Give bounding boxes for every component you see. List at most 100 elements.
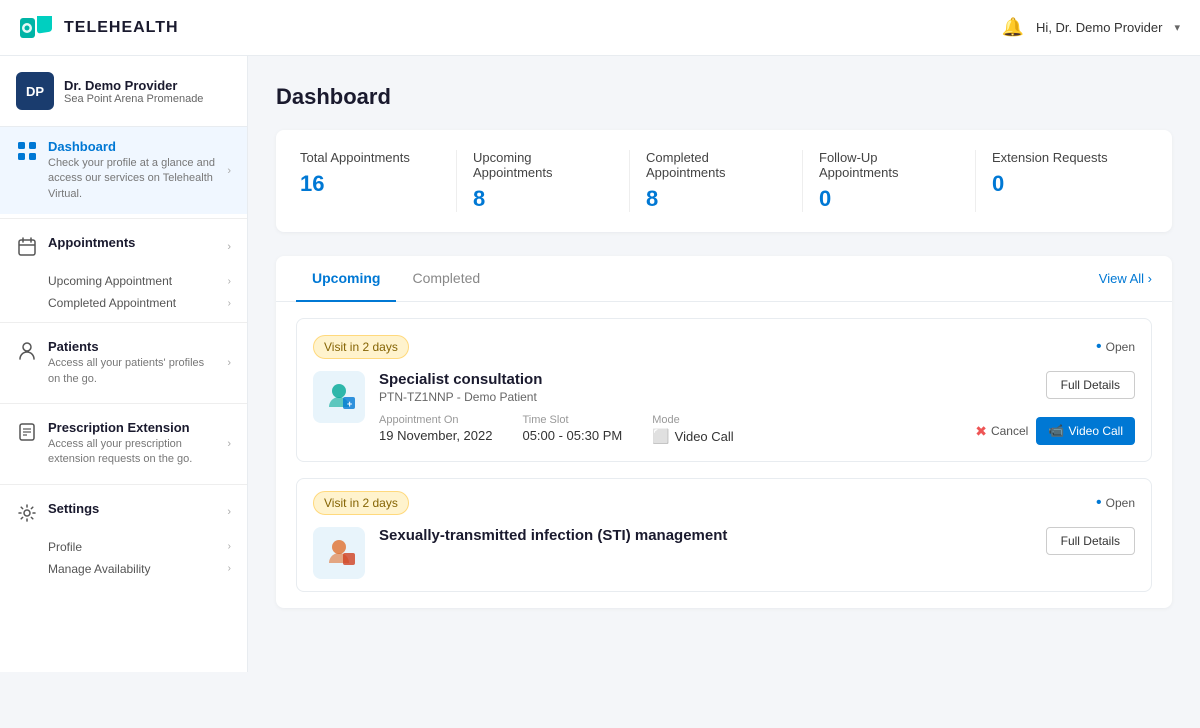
user-menu-chevron[interactable]: ▾ — [1174, 21, 1180, 34]
settings-icon — [16, 502, 38, 524]
logo: TELEHEALTH — [20, 16, 179, 40]
stat-completed-appointments: Completed Appointments 8 — [630, 150, 803, 212]
action-btns-1: ✖ Cancel 📹 Video Call — [975, 417, 1135, 445]
full-details-button-1[interactable]: Full Details — [1046, 371, 1135, 399]
dashboard-nav-content: Dashboard Check your profile at a glance… — [48, 139, 217, 202]
patients-chevron: › — [227, 357, 231, 369]
logo-text: TELEHEALTH — [64, 19, 179, 37]
bell-icon[interactable]: 🔔 — [1002, 17, 1024, 38]
appointments-chevron: › — [227, 241, 231, 253]
appt-top-1: Visit in 2 days • Open — [313, 335, 1135, 359]
full-details-button-2[interactable]: Full Details — [1046, 527, 1135, 555]
stat-total-appointments: Total Appointments 16 — [300, 150, 457, 212]
settings-subitems: Profile › Manage Availability › — [0, 536, 247, 584]
upcoming-appt-chevron: › — [228, 276, 231, 287]
cancel-icon-1: ✖ — [975, 423, 987, 440]
sidebar-subitem-manage-availability[interactable]: Manage Availability › — [48, 558, 231, 580]
visit-badge-2: Visit in 2 days — [313, 491, 409, 515]
manage-avail-chevron: › — [228, 563, 231, 574]
appt-info-2: Sexually-transmitted infection (STI) man… — [379, 527, 1032, 546]
patients-nav-content: Patients Access all your patients' profi… — [48, 339, 217, 387]
appointment-card-1: Visit in 2 days • Open + — [296, 318, 1152, 462]
appointments-nav-content: Appointments — [48, 235, 217, 250]
layout: DP Dr. Demo Provider Sea Point Arena Pro… — [0, 56, 1200, 672]
appt-date-label: Appointment On — [379, 414, 492, 426]
appt-info-1: Specialist consultation PTN-TZ1NNP - Dem… — [379, 371, 961, 445]
sidebar-subitem-completed-appointment[interactable]: Completed Appointment › — [48, 292, 231, 314]
sidebar-subitem-upcoming-appointment[interactable]: Upcoming Appointment › — [48, 270, 231, 292]
tabs-section: Upcoming Completed View All › Visit in 2… — [276, 256, 1172, 608]
svg-text:+: + — [347, 399, 352, 409]
sidebar-subitem-profile[interactable]: Profile › — [48, 536, 231, 558]
appt-date-value: 19 November, 2022 — [379, 428, 492, 443]
sidebar-item-dashboard-label: Dashboard — [48, 139, 217, 154]
video-call-label-1: Video Call — [1069, 424, 1123, 438]
profile-info: Dr. Demo Provider Sea Point Arena Promen… — [64, 78, 203, 105]
sidebar-item-patients[interactable]: Patients Access all your patients' profi… — [0, 327, 247, 399]
appt-time-label: Time Slot — [522, 414, 622, 426]
appt-title-2: Sexually-transmitted infection (STI) man… — [379, 527, 1032, 544]
stat-followup-appointments: Follow-Up Appointments 0 — [803, 150, 976, 212]
sidebar-item-dashboard[interactable]: Dashboard Check your profile at a glance… — [0, 127, 247, 214]
sidebar-item-prescription[interactable]: Prescription Extension Access all your p… — [0, 408, 247, 480]
header-right: 🔔 Hi, Dr. Demo Provider ▾ — [1002, 17, 1180, 38]
view-all-link[interactable]: View All › — [1099, 271, 1152, 286]
open-status-2: • Open — [1096, 495, 1135, 511]
appt-date-group: Appointment On 19 November, 2022 — [379, 414, 492, 445]
stat-extension-requests: Extension Requests 0 — [976, 150, 1148, 212]
divider-3 — [0, 403, 247, 404]
dashboard-chevron: › — [227, 165, 231, 177]
open-dot-1: • — [1096, 339, 1102, 355]
stat-upcoming-label: Upcoming Appointments — [473, 150, 613, 180]
appt-title-1: Specialist consultation — [379, 371, 961, 388]
header: TELEHEALTH 🔔 Hi, Dr. Demo Provider ▾ — [0, 0, 1200, 56]
appt-mode-label: Mode — [652, 414, 733, 426]
sidebar: DP Dr. Demo Provider Sea Point Arena Pro… — [0, 56, 248, 672]
header-user-greeting: Hi, Dr. Demo Provider — [1036, 20, 1162, 35]
tab-completed[interactable]: Completed — [396, 256, 496, 302]
prescription-nav-content: Prescription Extension Access all your p… — [48, 420, 217, 468]
appt-patient-1: PTN-TZ1NNP - Demo Patient — [379, 390, 961, 404]
settings-nav-content: Settings — [48, 501, 217, 516]
appt-actions-2: Full Details — [1046, 527, 1135, 555]
appt-time-value: 05:00 - 05:30 PM — [522, 428, 622, 443]
cancel-label-1: Cancel — [991, 424, 1028, 438]
stat-followup-value: 0 — [819, 186, 959, 212]
stat-upcoming-value: 8 — [473, 186, 613, 212]
main-content: Dashboard Total Appointments 16 Upcoming… — [248, 56, 1200, 672]
appt-icon-2 — [313, 527, 365, 579]
tab-upcoming[interactable]: Upcoming — [296, 256, 396, 302]
stat-completed-label: Completed Appointments — [646, 150, 786, 180]
tabs-nav: Upcoming Completed — [296, 256, 496, 301]
appt-icon-1: + — [313, 371, 365, 423]
video-call-button-1[interactable]: 📹 Video Call — [1036, 417, 1135, 445]
appt-body-1: + Specialist consultation PTN-TZ1NNP - D… — [313, 371, 1135, 445]
divider-1 — [0, 218, 247, 219]
sidebar-item-appointments-label: Appointments — [48, 235, 217, 250]
video-call-icon-1: 📹 — [1048, 423, 1064, 439]
divider-4 — [0, 484, 247, 485]
profile-location: Sea Point Arena Promenade — [64, 93, 203, 105]
open-dot-2: • — [1096, 495, 1102, 511]
cancel-button-1[interactable]: ✖ Cancel — [975, 423, 1028, 440]
open-label-2: Open — [1106, 496, 1135, 510]
stat-extension-label: Extension Requests — [992, 150, 1132, 165]
video-mode-icon: ⬜ — [652, 428, 669, 445]
visit-badge-1: Visit in 2 days — [313, 335, 409, 359]
stat-extension-value: 0 — [992, 171, 1132, 197]
completed-appt-chevron: › — [228, 298, 231, 309]
appointment-card-2: Visit in 2 days • Open — [296, 478, 1152, 592]
sidebar-item-prescription-label: Prescription Extension — [48, 420, 217, 435]
sidebar-item-appointments[interactable]: Appointments › — [0, 223, 247, 270]
sidebar-item-settings[interactable]: Settings › — [0, 489, 247, 536]
stat-completed-value: 8 — [646, 186, 786, 212]
sidebar-profile: DP Dr. Demo Provider Sea Point Arena Pro… — [0, 56, 247, 127]
profile-name: Dr. Demo Provider — [64, 78, 203, 93]
sidebar-item-patients-desc: Access all your patients' profiles on th… — [48, 356, 217, 387]
stat-followup-label: Follow-Up Appointments — [819, 150, 959, 180]
tabs-header: Upcoming Completed View All › — [276, 256, 1172, 302]
open-status-1: • Open — [1096, 339, 1135, 355]
sidebar-item-dashboard-desc: Check your profile at a glance and acces… — [48, 156, 217, 202]
sidebar-item-patients-label: Patients — [48, 339, 217, 354]
prescription-icon — [16, 421, 38, 443]
